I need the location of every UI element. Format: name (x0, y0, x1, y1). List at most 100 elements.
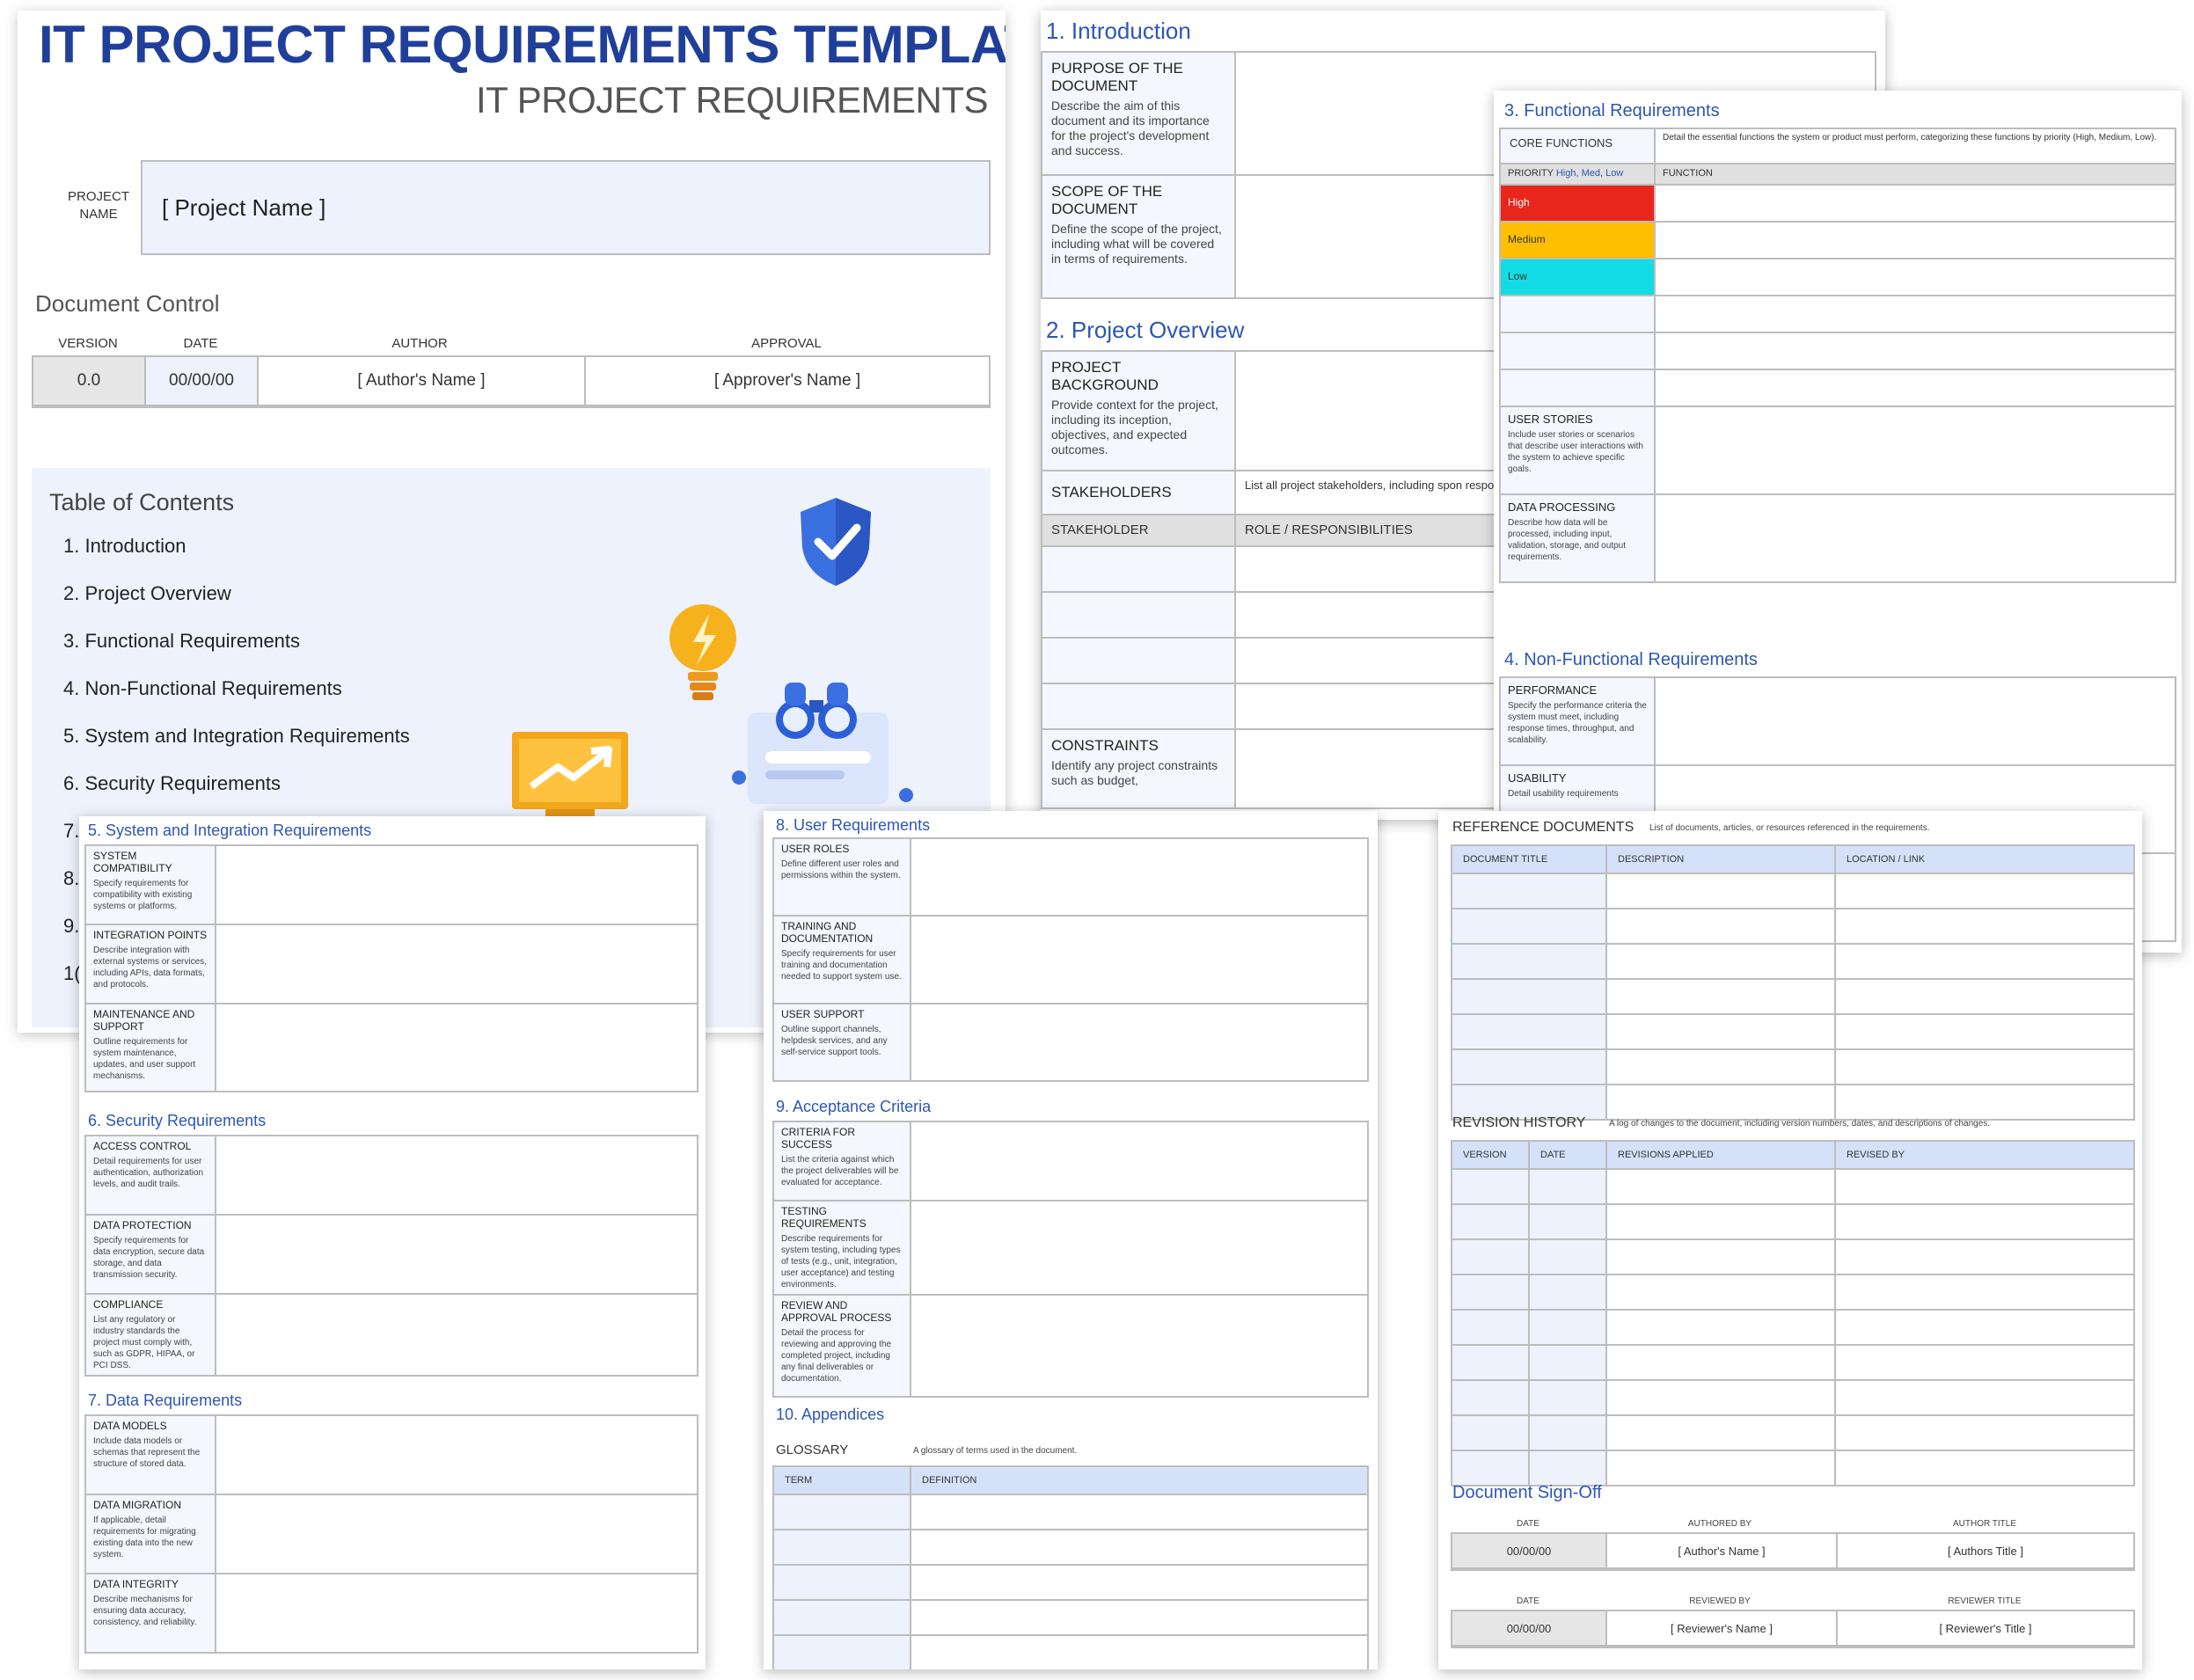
reference-cell[interactable] (1605, 1084, 1836, 1121)
stakeholder-cell[interactable] (1041, 545, 1236, 593)
user-row-input[interactable] (910, 1003, 1369, 1082)
revision-cell[interactable] (1605, 1344, 1836, 1381)
revision-cell[interactable] (1605, 1274, 1836, 1311)
toc-item[interactable]: 6. Security Requirements (63, 772, 281, 795)
revision-cell[interactable] (1834, 1379, 2135, 1416)
reference-cell[interactable] (1834, 978, 2135, 1015)
function-cell[interactable] (1654, 295, 2176, 333)
revision-cell[interactable] (1451, 1238, 1530, 1275)
reference-cell[interactable] (1451, 873, 1607, 909)
revision-cell[interactable] (1528, 1450, 1607, 1486)
data-row-input[interactable] (215, 1494, 698, 1574)
author-value[interactable]: [ Author's Name ] (259, 357, 586, 405)
reference-cell[interactable] (1451, 943, 1607, 980)
revision-cell[interactable] (1834, 1274, 2135, 1311)
project-name-field[interactable]: [ Project Name ] (141, 160, 991, 255)
revision-cell[interactable] (1605, 1414, 1836, 1451)
reviewed-by-value[interactable]: [ Reviewer's Name ] (1607, 1611, 1838, 1645)
revision-cell[interactable] (1528, 1379, 1607, 1416)
reference-cell[interactable] (1834, 1048, 2135, 1085)
term-cell[interactable] (772, 1529, 911, 1566)
definition-cell[interactable] (910, 1529, 1369, 1566)
toc-item[interactable]: 8. (63, 867, 79, 890)
revision-cell[interactable] (1528, 1309, 1607, 1346)
reference-cell[interactable] (1834, 873, 2135, 909)
priority-cell[interactable] (1499, 332, 1656, 370)
function-cell[interactable] (1654, 184, 2176, 223)
acceptance-row-input[interactable] (910, 1200, 1369, 1296)
revision-cell[interactable] (1451, 1274, 1530, 1311)
stakeholder-cell[interactable] (1041, 591, 1236, 639)
function-cell[interactable] (1654, 369, 2176, 407)
reference-cell[interactable] (1451, 978, 1607, 1015)
system-row-input[interactable] (215, 924, 698, 1004)
function-cell[interactable] (1654, 221, 2176, 259)
toc-item[interactable]: 4. Non-Functional Requirements (63, 677, 342, 700)
revision-cell[interactable] (1605, 1379, 1836, 1416)
approval-value[interactable]: [ Approver's Name ] (586, 357, 989, 405)
priority-low[interactable]: Low (1499, 258, 1656, 296)
revision-cell[interactable] (1834, 1309, 2135, 1346)
toc-item[interactable]: 2. Project Overview (63, 582, 231, 605)
revision-cell[interactable] (1834, 1414, 2135, 1451)
revision-cell[interactable] (1605, 1168, 1836, 1205)
version-value[interactable]: 0.0 (33, 357, 146, 405)
reference-cell[interactable] (1605, 978, 1836, 1015)
data-processing-input[interactable] (1654, 493, 2176, 583)
revision-cell[interactable] (1451, 1344, 1530, 1381)
security-row-input[interactable] (215, 1214, 698, 1295)
toc-item[interactable]: 5. System and Integration Requirements (63, 725, 410, 748)
review-date-value[interactable]: 00/00/00 (1452, 1611, 1607, 1645)
revision-cell[interactable] (1605, 1450, 1836, 1486)
toc-item[interactable]: 1. Introduction (63, 535, 186, 558)
revision-cell[interactable] (1528, 1168, 1607, 1205)
revision-cell[interactable] (1605, 1238, 1836, 1275)
toc-item[interactable]: 1( (63, 962, 81, 985)
user-row-input[interactable] (910, 915, 1369, 1004)
security-row-input[interactable] (215, 1293, 698, 1377)
revision-cell[interactable] (1605, 1309, 1836, 1346)
reference-cell[interactable] (1451, 908, 1607, 945)
revision-cell[interactable] (1834, 1168, 2135, 1205)
priority-medium[interactable]: Medium (1499, 221, 1656, 259)
revision-cell[interactable] (1451, 1450, 1530, 1486)
revision-cell[interactable] (1834, 1344, 2135, 1381)
reference-cell[interactable] (1605, 1013, 1836, 1050)
security-row-input[interactable] (215, 1135, 698, 1216)
toc-item[interactable]: 7. (63, 820, 79, 843)
reference-cell[interactable] (1605, 908, 1836, 945)
reference-cell[interactable] (1834, 1013, 2135, 1050)
revision-cell[interactable] (1528, 1274, 1607, 1311)
date-value[interactable]: 00/00/00 (146, 357, 259, 405)
reference-cell[interactable] (1451, 1084, 1607, 1121)
authored-by-value[interactable]: [ Author's Name ] (1607, 1534, 1838, 1567)
revision-cell[interactable] (1451, 1309, 1530, 1346)
reference-cell[interactable] (1451, 1013, 1607, 1050)
function-cell[interactable] (1654, 258, 2176, 296)
term-cell[interactable] (772, 1564, 911, 1601)
stakeholder-cell[interactable] (1041, 683, 1236, 730)
term-cell[interactable] (772, 1599, 911, 1636)
data-row-input[interactable] (215, 1414, 698, 1495)
revision-cell[interactable] (1834, 1450, 2135, 1486)
revision-cell[interactable] (1451, 1168, 1530, 1205)
reference-cell[interactable] (1605, 873, 1836, 909)
revision-cell[interactable] (1834, 1203, 2135, 1240)
revision-cell[interactable] (1451, 1379, 1530, 1416)
toc-item[interactable]: 9. (63, 915, 79, 938)
revision-cell[interactable] (1528, 1414, 1607, 1451)
priority-cell[interactable] (1499, 295, 1656, 333)
definition-cell[interactable] (910, 1494, 1369, 1530)
acceptance-row-input[interactable] (910, 1294, 1369, 1398)
revision-cell[interactable] (1451, 1414, 1530, 1451)
reference-cell[interactable] (1451, 1048, 1607, 1085)
function-cell[interactable] (1654, 332, 2176, 370)
user-stories-input[interactable] (1654, 405, 2176, 495)
revision-cell[interactable] (1528, 1344, 1607, 1381)
data-row-input[interactable] (215, 1573, 698, 1654)
toc-item[interactable]: 3. Functional Requirements (63, 630, 300, 653)
sign-date-value[interactable]: 00/00/00 (1452, 1534, 1607, 1567)
system-row-input[interactable] (215, 1003, 698, 1092)
author-title-value[interactable]: [ Authors Title ] (1838, 1534, 2133, 1567)
term-cell[interactable] (772, 1494, 911, 1530)
